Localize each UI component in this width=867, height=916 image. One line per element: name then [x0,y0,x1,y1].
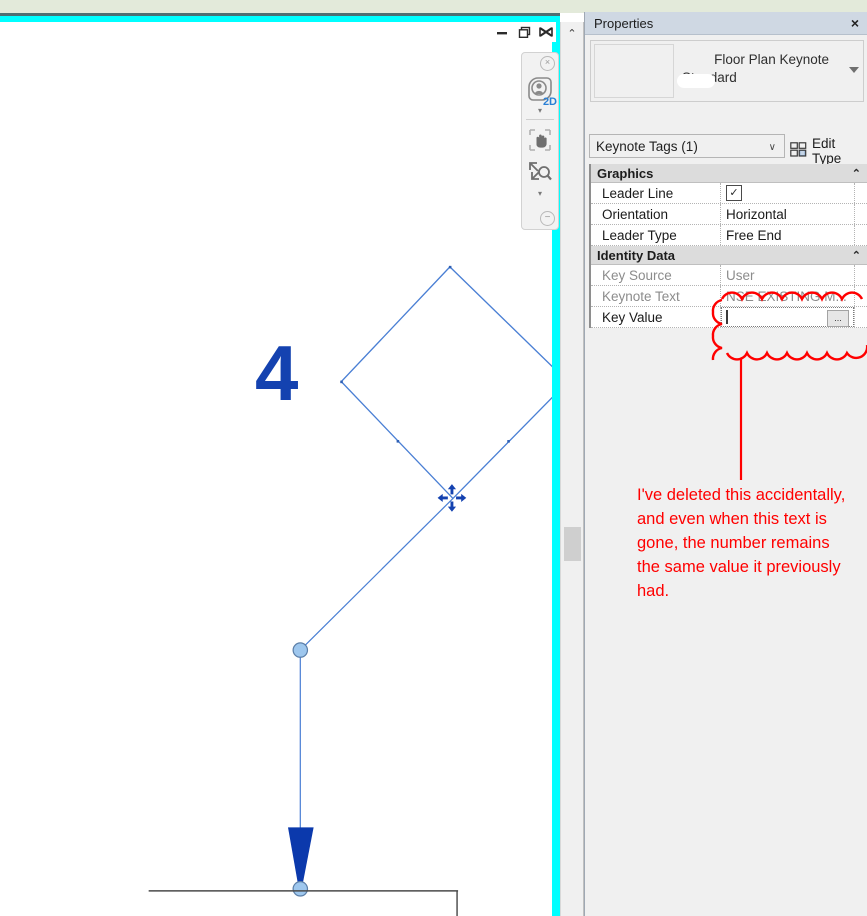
browse-button[interactable]: ... [827,310,849,327]
parameter-name: Key Source [591,265,721,285]
type-family-label: Floor Plan Keynote [714,52,829,67]
splitter-grip-handle[interactable] [564,527,581,561]
navigation-bar[interactable]: × 2D ▾ ▾ − [521,52,559,230]
diamond-midpoint-lower-right [507,440,510,443]
group-collapse-icon[interactable]: ⌃ [852,249,861,262]
navbar-minimize-icon[interactable]: − [540,211,555,226]
panel-splitter[interactable]: ⌃ [560,22,584,916]
leader-arrowhead [288,827,314,886]
parameter-row-end [855,183,867,203]
parameter-value[interactable]: Free End [721,225,855,245]
properties-title-label: Properties [594,15,654,31]
app-root: 4 × 2D ▾ ▾ − ⌃ Properties × Floor Plan K… [0,0,867,916]
parameter-value[interactable]: User [721,265,855,285]
parameter-row[interactable]: Leader Type Free End [591,225,867,246]
parameter-row-end [855,307,867,327]
steering-wheel-2d-icon[interactable]: 2D [525,75,557,108]
leader-line-diagonal [299,498,454,651]
drawing-canvas[interactable]: 4 [0,22,552,916]
properties-title-bar: Properties × [585,12,867,35]
parameter-name: Keynote Text [591,286,721,306]
parameter-grid: Graphics ⌃ Leader Line ✓ Orientation Horizont… [589,164,867,328]
navbar-close-icon[interactable]: × [540,56,555,71]
type-selector-dropdown-icon[interactable] [849,67,859,73]
view-window-controls [494,22,556,42]
zoom-dropdown-icon[interactable]: ▾ [538,190,542,198]
parameter-row[interactable]: Keynote Text NSE EXISTING M... [591,286,867,307]
edit-type-label: Edit Type [812,136,842,166]
diamond-vertex-left [340,380,343,384]
parameter-group-header[interactable]: Identity Data ⌃ [591,246,867,265]
navbar-divider [526,119,554,120]
parameter-group-label: Graphics [597,165,654,181]
parameter-name: Orientation [591,204,721,224]
parameter-row[interactable]: Key Source User [591,265,867,286]
element-type-combobox[interactable]: Keynote Tags (1) ∨ [589,134,785,158]
zoom-extents-icon[interactable] [527,159,553,185]
parameter-group-header[interactable]: Graphics ⌃ [591,164,867,183]
drawing-vector-layer [148,265,552,916]
parameter-value[interactable]: ... [721,307,855,327]
minimize-icon[interactable] [494,24,510,40]
parameter-row-end [855,265,867,285]
close-icon[interactable] [538,24,554,40]
type-preview-thumbnail [594,44,674,98]
navbar-2d-label: 2D [542,96,557,108]
text-cursor [726,310,728,324]
properties-close-icon[interactable]: × [851,14,859,32]
parameter-value[interactable]: ✓ [721,183,855,203]
chevron-down-icon[interactable]: ∨ [769,142,776,153]
parameter-value[interactable]: Horizontal [721,204,855,224]
parameter-name: Leader Type [591,225,721,245]
keynote-diamond-shape [340,265,552,500]
keynote-number-label: 4 [255,329,299,417]
leader-line-checkbox[interactable]: ✓ [726,185,742,201]
leader-elbow-grip [292,642,309,658]
parameter-value[interactable]: NSE EXISTING M... [721,286,855,306]
steering-wheel-dropdown-icon[interactable]: ▾ [538,107,542,115]
parameter-row-end [855,204,867,224]
parameter-row[interactable]: Key Value... [591,307,867,328]
edit-type-button[interactable]: Edit Type [790,136,867,166]
diamond-vertex-top [448,265,452,269]
parameter-row-end [855,286,867,306]
annotation-text: I've deleted this accidentally, and even… [637,486,846,600]
parameter-row-end [855,225,867,245]
splitter-collapse-icon[interactable]: ⌃ [561,24,583,42]
type-selector[interactable]: Floor Plan Keynote Standard [590,40,864,102]
parameter-name: Key Value [591,307,721,327]
pan-hand-icon[interactable] [527,127,553,153]
element-type-label: Keynote Tags (1) [596,138,698,154]
parameter-name: Leader Line [591,183,721,203]
diamond-midpoint-lower-left [396,440,400,443]
group-collapse-icon[interactable]: ⌃ [852,167,861,180]
parameter-group-label: Identity Data [597,247,676,263]
edit-type-icon [790,142,807,160]
parameter-row[interactable]: Orientation Horizontal [591,204,867,225]
move-handle-icon [437,484,467,512]
restore-icon[interactable] [516,24,532,40]
type-name-block: Floor Plan Keynote Standard [678,41,863,101]
parameter-row[interactable]: Leader Line ✓ [591,183,867,204]
redacted-region [677,74,715,88]
key-value-input[interactable]: ... [721,307,854,327]
leader-end-grip [292,881,309,897]
